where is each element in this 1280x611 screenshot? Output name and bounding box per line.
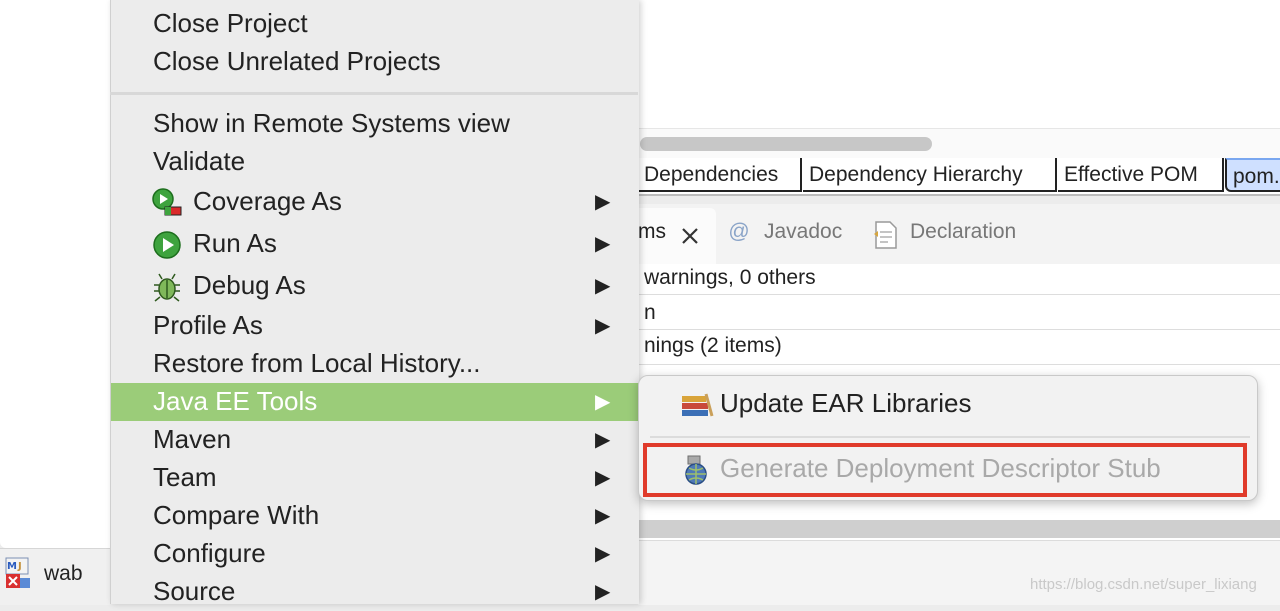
menu-item-label: Debug As [193,270,306,300]
submenu-item-update-ear-libraries[interactable]: Update EAR Libraries [720,388,971,419]
problems-summary: warnings, 0 others [644,266,816,289]
tab-dependency-hierarchy[interactable]: Dependency Hierarchy [803,158,1057,192]
chevron-right-icon: ▶ [595,391,611,413]
scrollbar-thumb[interactable] [640,137,932,151]
menu-item-run-as[interactable]: Run As ▶ [111,225,639,263]
chevron-right-icon: ▶ [595,429,611,451]
menu-item-restore-local-history[interactable]: Restore from Local History... [111,345,639,383]
menu-item-label: Close Unrelated Projects [153,46,441,76]
menu-item-label: Close Project [153,8,308,38]
at-sign-icon: @ [728,220,750,243]
menu-item-label: Team [153,462,217,492]
menu-item-profile-as[interactable]: Profile As ▶ [111,307,639,345]
menu-item-label: Profile As [153,310,263,340]
status-area [638,540,1280,605]
divider [638,294,1280,295]
menu-item-validate[interactable]: Validate [111,143,639,181]
menu-item-label: Java EE Tools [153,386,318,416]
menu-item-maven[interactable]: Maven ▶ [111,421,639,459]
tab-javadoc[interactable]: Javadoc [764,220,842,244]
tab-pom-xml[interactable]: pom. [1225,158,1280,192]
menu-item-coverage-as[interactable]: Coverage As ▶ [111,183,639,221]
coverage-icon [152,188,182,216]
menu-item-label: Compare With [153,500,320,530]
menu-item-close-project[interactable]: Close Project [111,5,639,43]
chevron-right-icon: ▶ [595,543,611,565]
menu-item-debug-as[interactable]: Debug As ▶ [111,267,639,305]
library-books-icon [682,393,714,417]
debug-bug-icon [154,273,180,302]
left-editor-pane [0,0,110,548]
menu-item-close-unrelated-projects[interactable]: Close Unrelated Projects [111,43,639,81]
editor-area [638,0,1280,128]
submenu-separator [650,436,1250,438]
chevron-right-icon: ▶ [595,191,611,213]
tab-effective-pom[interactable]: Effective POM [1058,158,1224,192]
bottom-scrollbar[interactable] [638,520,1280,538]
menu-item-source[interactable]: Source ▶ [111,573,639,611]
menu-item-label: Configure [153,538,266,568]
problems-tab-label[interactable]: ms [638,220,666,244]
menu-separator [110,92,638,95]
tab-dependencies[interactable]: Dependencies [638,158,802,192]
chevron-right-icon: ▶ [595,505,611,527]
table-row[interactable]: nings (2 items) [644,334,782,358]
menu-item-label: Restore from Local History... [153,348,481,378]
annotation-highlight-box [643,443,1247,497]
menu-item-configure[interactable]: Configure ▶ [111,535,639,573]
menu-item-team[interactable]: Team ▶ [111,459,639,497]
divider [638,329,1280,330]
menu-item-label: Source [153,576,236,606]
svg-text:M: M [7,561,17,572]
project-label-wab[interactable]: wab [44,562,83,586]
menu-item-label: Validate [153,146,246,176]
chevron-right-icon: ▶ [595,315,611,337]
table-row[interactable]: n [644,301,656,325]
close-icon[interactable] [680,226,700,246]
divider [638,364,1280,365]
menu-item-label: Run As [193,228,277,258]
menu-item-label: Coverage As [193,186,342,216]
context-menu: Close Project Close Unrelated Projects S… [110,0,639,606]
declaration-icon [874,221,897,249]
menu-item-compare-with[interactable]: Compare With ▶ [111,497,639,535]
tab-declaration[interactable]: Declaration [910,220,1016,244]
menu-item-java-ee-tools[interactable]: Java EE Tools ▶ [111,383,639,421]
chevron-right-icon: ▶ [595,275,611,297]
chevron-right-icon: ▶ [595,233,611,255]
svg-text:J: J [17,561,22,572]
watermark-text: https://blog.csdn.net/super_lixiang [1030,576,1257,593]
menu-item-label: Maven [153,424,232,454]
menu-item-label: Show in Remote Systems view [153,108,510,138]
chevron-right-icon: ▶ [595,581,611,603]
chevron-right-icon: ▶ [595,467,611,489]
menu-item-show-in-remote-systems[interactable]: Show in Remote Systems view [111,105,639,143]
run-icon [153,231,181,259]
maven-project-icon: M J [5,557,30,588]
